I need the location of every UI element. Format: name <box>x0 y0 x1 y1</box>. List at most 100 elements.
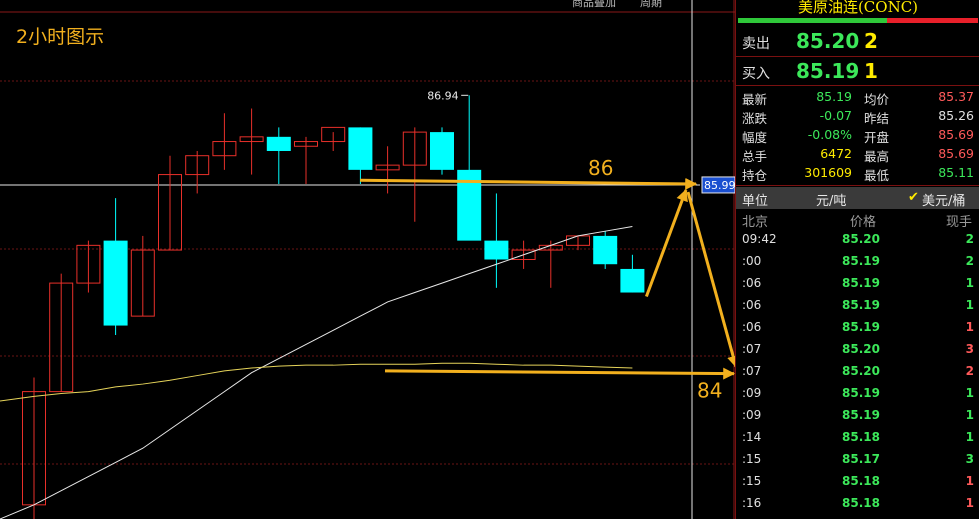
stat-value: -0.07 <box>819 108 852 123</box>
tick-volume: 1 <box>965 430 974 444</box>
tick-row: :06 85.19 1 <box>736 273 979 295</box>
chart-area[interactable]: 86.94 86 84 85.99 2小时图示 商品叠加 周期 <box>0 0 735 519</box>
high-price-label: 86.94 <box>427 89 459 102</box>
stat-label: 昨结 <box>864 111 890 126</box>
tick-price: 85.19 <box>842 408 880 422</box>
tick-row: :09 85.19 1 <box>736 383 979 405</box>
tick-volume: 1 <box>965 276 974 290</box>
check-icon: ✔ <box>908 190 919 205</box>
tick-volume: 1 <box>965 496 974 510</box>
tick-volume: 1 <box>965 474 974 488</box>
tick-volume: 1 <box>965 298 974 312</box>
tick-price: 85.19 <box>842 320 880 334</box>
tick-price: 85.18 <box>842 474 880 488</box>
candle-body <box>484 240 509 260</box>
stat-value: 85.26 <box>938 108 974 123</box>
stats-row: 总手 6472 最高 85.69 <box>736 145 979 164</box>
tick-price: 85.20 <box>842 364 880 378</box>
stat-label: 幅度 <box>742 130 768 145</box>
candle-body <box>593 235 618 265</box>
stats-row: 涨跌 -0.07 昨结 85.26 <box>736 107 979 126</box>
stat-label: 涨跌 <box>742 111 768 126</box>
bid-price: 85.19 <box>796 59 860 83</box>
tick-price: 85.18 <box>842 430 880 444</box>
stat-value: 301609 <box>804 165 852 180</box>
target-86-arrow <box>359 177 698 190</box>
drop-arrow <box>686 191 735 368</box>
price-tag-label: 85.99 <box>704 179 735 192</box>
tick-row: :07 85.20 3 <box>736 339 979 361</box>
candle-body <box>620 268 645 293</box>
tick-price: 85.20 <box>842 232 880 246</box>
unit-row[interactable]: 单位 元/吨 ✔ 美元/桶 <box>736 187 979 209</box>
ticks-header: 北京 价格 现手 <box>736 210 979 230</box>
target-84-arrow <box>384 367 735 380</box>
stat-label: 均价 <box>864 92 890 107</box>
tick-row: :07 85.20 2 <box>736 361 979 383</box>
stats-row: 持仓 301609 最低 85.11 <box>736 164 979 183</box>
candle-body <box>348 127 373 170</box>
tick-time: :09 <box>742 408 762 422</box>
tick-price: 85.19 <box>842 276 880 290</box>
stat-label: 持仓 <box>742 168 768 183</box>
tick-row: :14 85.18 1 <box>736 427 979 449</box>
tick-row: :00 85.19 2 <box>736 251 979 273</box>
divider <box>736 85 979 86</box>
tick-row: :16 85.18 1 <box>736 493 979 515</box>
tick-row: :06 85.19 1 <box>736 295 979 317</box>
toolbar-period-button[interactable]: 周期 <box>640 0 662 10</box>
stat-value: 6472 <box>820 146 852 161</box>
ask-volume: 2 <box>864 29 878 53</box>
tick-volume: 1 <box>965 386 974 400</box>
candle-body <box>266 136 291 151</box>
candlestick-chart[interactable]: 86.94 86 84 85.99 <box>0 0 735 519</box>
tick-time: :09 <box>742 386 762 400</box>
stat-value: 85.69 <box>938 127 974 142</box>
ratio-bar-green <box>738 18 887 23</box>
tick-volume: 2 <box>965 232 974 246</box>
stat-value: 85.37 <box>938 89 974 104</box>
tick-price: 85.19 <box>842 298 880 312</box>
rise-arrow <box>644 188 688 298</box>
unit-alt-option[interactable]: 美元/桶 <box>922 190 965 209</box>
col-price: 价格 <box>850 215 877 230</box>
chart-title: 2小时图示 <box>16 26 105 48</box>
tick-row: :06 85.19 1 <box>736 317 979 339</box>
tick-volume: 1 <box>965 320 974 334</box>
tick-row: 09:42 85.20 2 <box>736 229 979 251</box>
toolbar-overlay-button[interactable]: 商品叠加 <box>572 0 616 10</box>
tick-time: 09:42 <box>742 232 777 246</box>
tick-row: :09 85.19 1 <box>736 405 979 427</box>
stat-label: 最低 <box>864 168 890 183</box>
unit-value[interactable]: 元/吨 <box>816 190 846 209</box>
stat-value: -0.08% <box>807 127 852 142</box>
stat-value: 85.19 <box>816 89 852 104</box>
col-time: 北京 <box>742 215 769 230</box>
target-84-label: 84 <box>697 379 722 403</box>
tick-price: 85.19 <box>842 254 880 268</box>
stat-label: 总手 <box>742 149 768 164</box>
tick-volume: 2 <box>965 364 974 378</box>
tick-time: :00 <box>742 254 762 268</box>
ratio-bar-red <box>886 18 978 23</box>
tick-time: :15 <box>742 474 762 488</box>
tick-time: :06 <box>742 298 762 312</box>
candle-body <box>103 240 128 326</box>
stats-row: 幅度 -0.08% 开盘 85.69 <box>736 126 979 145</box>
stat-label: 最新 <box>742 92 768 107</box>
col-volume: 现手 <box>945 215 972 230</box>
ask-label: 卖出 <box>742 36 770 52</box>
tick-volume: 3 <box>965 452 974 466</box>
tick-volume: 1 <box>965 408 974 422</box>
tick-time: :06 <box>742 276 762 290</box>
tick-price: 85.19 <box>842 386 880 400</box>
bid-volume: 1 <box>864 59 878 83</box>
stat-label: 开盘 <box>864 130 890 145</box>
ask-row: 卖出 85.20 2 <box>736 27 979 55</box>
bid-row: 买入 85.19 1 <box>736 57 979 85</box>
tick-time: :07 <box>742 364 762 378</box>
tick-row: :15 85.18 1 <box>736 471 979 493</box>
tick-price: 85.17 <box>842 452 880 466</box>
tick-price: 85.18 <box>842 496 880 510</box>
tick-price: 85.20 <box>842 342 880 356</box>
